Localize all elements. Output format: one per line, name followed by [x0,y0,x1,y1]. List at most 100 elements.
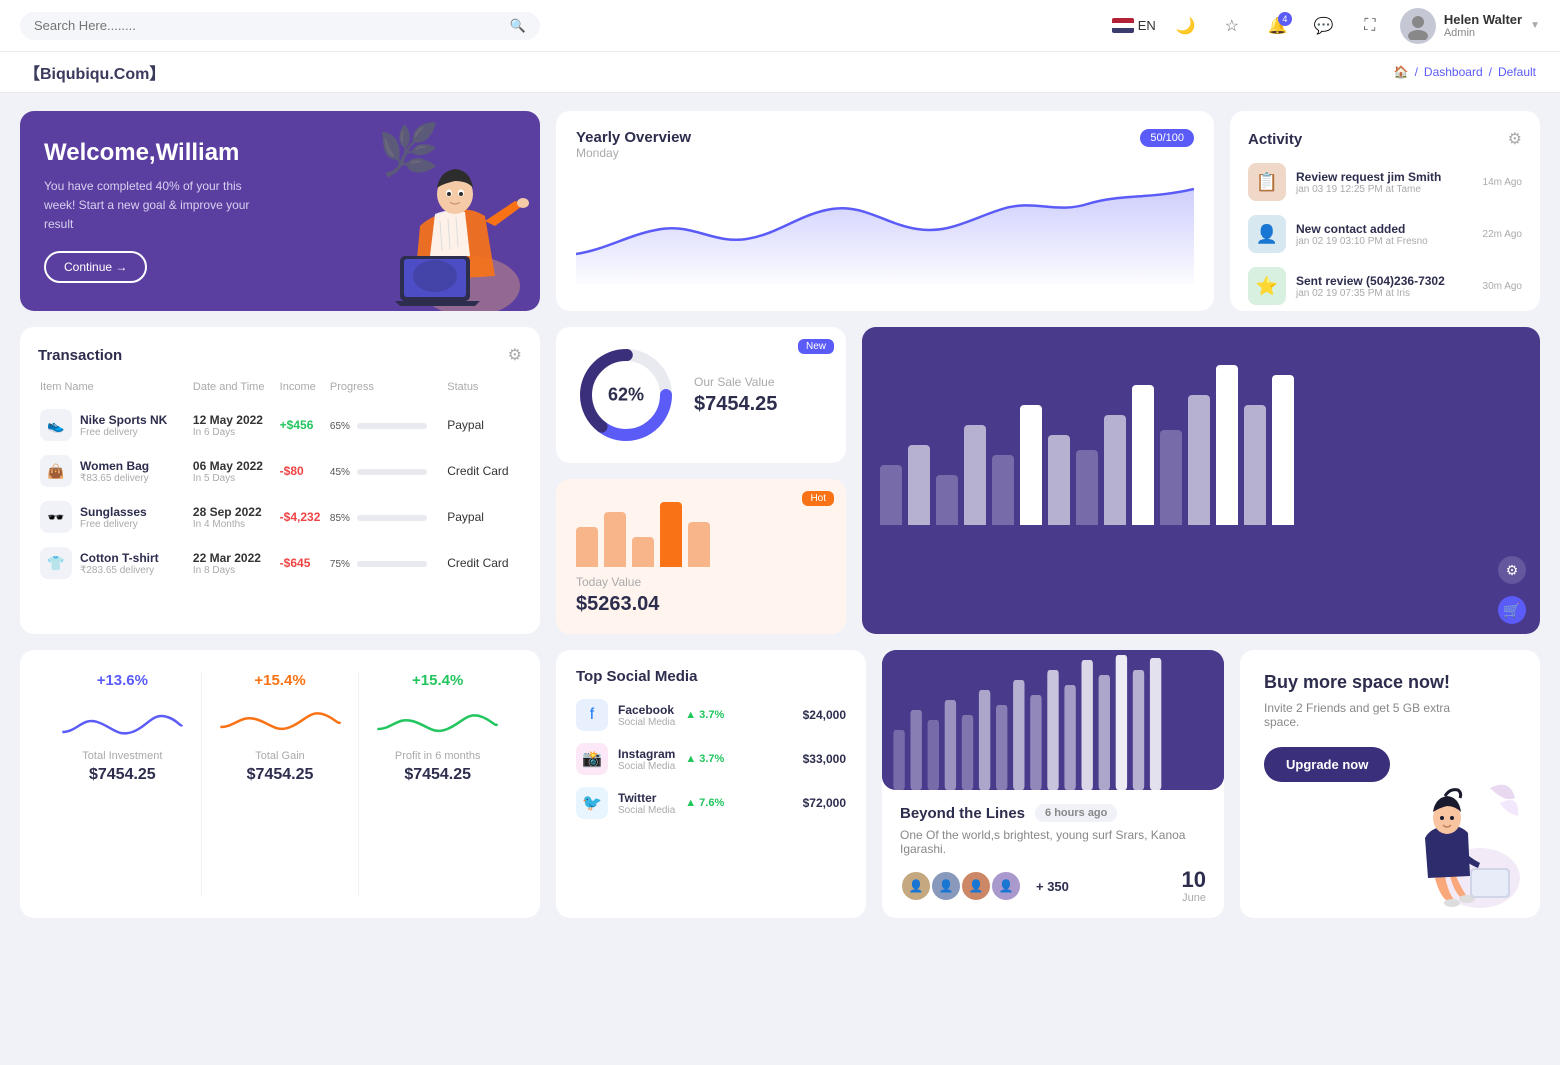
chart-settings-button[interactable]: ⚙ [1498,556,1526,584]
new-badge: New [798,339,834,354]
item-progress-1: 45% [330,449,445,493]
today-info: Today Value $5263.04 [576,575,826,616]
bar-4 [964,425,986,525]
item-income-3: -$645 [280,541,328,585]
bar-1 [880,465,902,525]
table-row-0: 👟 Nike Sports NK Free delivery 12 May 20… [40,403,520,447]
chat-icon[interactable]: 💬 [1308,10,1340,42]
upgrade-button[interactable]: Upgrade now [1264,747,1390,782]
bars-container [880,355,1522,525]
metric-pct-2: +15.4% [375,672,500,689]
buy-title: Buy more space now! [1264,672,1516,693]
facebook-sub: Social Media [618,717,675,728]
transaction-settings-button[interactable]: ⚙ [508,345,522,365]
bar-11 [1160,430,1182,525]
metric-label-0: Total Investment [60,750,185,762]
wave-chart-2 [375,697,500,747]
metric-pct-1: +15.4% [218,672,343,689]
item-status-1: Credit Card [447,449,520,493]
donut-chart: 62% [576,345,676,445]
search-icon: 🔍 [510,18,526,34]
bar-chart-card: ⚙ 🛒 [862,327,1540,634]
transaction-header: Transaction ⚙ [38,345,522,365]
metric-label-1: Total Gain [218,750,343,762]
current-page: Default [1498,65,1536,79]
table-row-1: 👜 Women Bag ₹83.65 delivery 06 May 2022 … [40,449,520,493]
language-selector[interactable]: EN [1112,18,1156,33]
item-sub-0: Free delivery [80,427,167,438]
avatar-3: 👤 [960,870,992,902]
activity-text-2: Sent review (504)236-7302 jan 02 19 07:3… [1296,274,1473,299]
transaction-title: Transaction [38,347,122,364]
twitter-growth: ▲ 7.6% [685,797,724,809]
wave-chart-0 [60,697,185,747]
row3: +13.6% Total Investment $7454.25 +15.4% … [20,650,1540,918]
theme-toggle[interactable]: 🌙 [1170,10,1202,42]
facebook-name: Facebook [618,703,675,717]
flag-icon [1112,18,1134,33]
chevron-down-icon: ▼ [1530,20,1540,31]
metric-gain: +15.4% Total Gain $7454.25 [202,672,360,896]
search-input[interactable] [34,18,502,33]
today-value: $5263.04 [576,593,826,616]
item-icon-2: 🕶️ [40,501,72,533]
activity-settings-button[interactable]: ⚙ [1508,129,1522,149]
activity-item-2: ⭐ Sent review (504)236-7302 jan 02 19 07… [1248,267,1522,305]
activity-title-0: Review request jim Smith [1296,170,1473,184]
item-progress-2: 85% [330,495,445,539]
yearly-badge: 50/100 [1140,129,1194,147]
bar-5 [992,455,1014,525]
col-date: Date and Time [193,381,278,401]
bar-7 [1048,435,1070,525]
hot-badge: Hot [802,491,834,506]
item-progress-3: 75% [330,541,445,585]
activity-sub-2: jan 02 19 07:35 PM at Iris [1296,288,1473,299]
twitter-amount: $72,000 [803,796,846,810]
item-sub-3: ₹283.65 delivery [80,565,159,576]
notification-icon[interactable]: 🔔 4 [1262,10,1294,42]
transaction-table: Item Name Date and Time Income Progress … [38,379,522,587]
instagram-growth: ▲ 3.7% [685,753,724,765]
item-income-1: -$80 [280,449,328,493]
bar-13 [1216,365,1238,525]
continue-button[interactable]: Continue → [44,251,147,283]
activity-card: Activity ⚙ 📋 Review request jim Smith ja… [1230,111,1540,311]
beyond-date: 10 [1182,868,1206,892]
today-label: Today Value [576,575,826,589]
yearly-title: Yearly Overview [576,129,691,146]
instagram-icon: 📸 [576,743,608,775]
twitter-icon: 🐦 [576,787,608,819]
social-item-instagram: 📸 Instagram Social Media ▲ 3.7% $33,000 [576,743,846,775]
buy-illustration [1390,768,1520,918]
bookmark-icon[interactable]: ☆ [1216,10,1248,42]
today-bar-2 [604,512,626,567]
notification-badge: 4 [1278,12,1292,26]
today-bar-1 [576,527,598,567]
sale-label: Our Sale Value [694,375,826,389]
avatar-2: 👤 [930,870,962,902]
metric-pct-0: +13.6% [60,672,185,689]
activity-time-2: 30m Ago [1483,281,1522,292]
bar-14 [1244,405,1266,525]
item-sub-1: ₹83.65 delivery [80,473,149,484]
col-income: Income [280,381,328,401]
fullscreen-icon[interactable]: ⛶ [1354,10,1386,42]
welcome-card: 🌿 Welcome,William You have completed 40%… [20,111,540,311]
item-name-0: Nike Sports NK [80,413,167,427]
metric-value-1: $7454.25 [218,766,343,784]
social-title: Top Social Media [576,668,846,685]
search-bar[interactable]: 🔍 [20,12,540,40]
metric-value-0: $7454.25 [60,766,185,784]
dashboard-link[interactable]: Dashboard [1424,65,1483,79]
bar-9 [1104,415,1126,525]
chart-cart-button[interactable]: 🛒 [1498,596,1526,624]
activity-image-2: ⭐ [1248,267,1286,305]
bar-12 [1188,395,1210,525]
bar-3 [936,475,958,525]
beyond-card: Beyond the Lines 6 hours ago One Of the … [882,650,1224,918]
yearly-chart [576,164,1194,284]
home-icon[interactable]: 🏠 [1394,65,1409,79]
user-info[interactable]: Helen Walter Admin ▼ [1400,8,1540,44]
beyond-content: Beyond the Lines 6 hours ago One Of the … [882,790,1224,918]
facebook-icon: f [576,699,608,731]
